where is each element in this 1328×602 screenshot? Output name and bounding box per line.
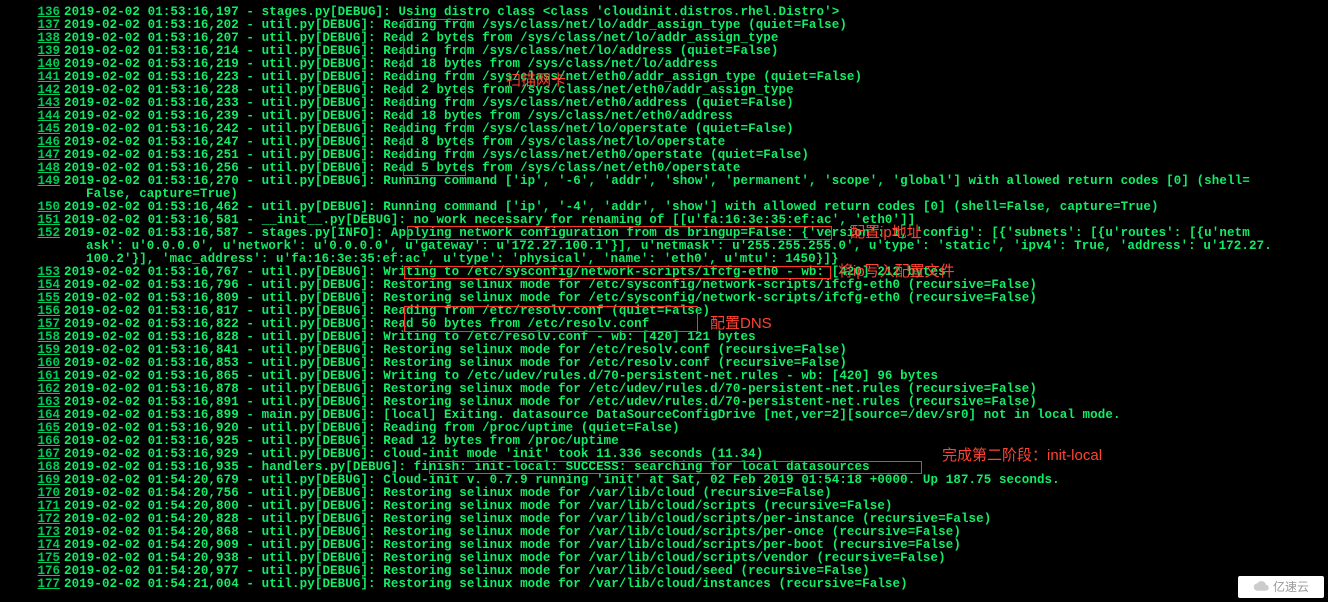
log-text: 2019-02-02 01:53:16,809 - util.py[DEBUG]… (64, 291, 1037, 305)
log-text: 2019-02-02 01:53:16,878 - util.py[DEBUG]… (64, 382, 1037, 396)
log-text: 2019-02-02 01:53:16,256 - util.py[DEBUG]… (64, 161, 741, 175)
log-text: 2019-02-02 01:53:16,817 - util.py[DEBUG]… (64, 304, 710, 318)
log-text: 2019-02-02 01:54:20,679 - util.py[DEBUG]… (64, 473, 1060, 487)
log-text: 2019-02-02 01:53:16,899 - main.py[DEBUG]… (64, 408, 1121, 422)
log-text: 2019-02-02 01:54:21,004 - util.py[DEBUG]… (64, 577, 908, 591)
log-text: 2019-02-02 01:53:16,233 - util.py[DEBUG]… (64, 96, 794, 110)
log-text: 2019-02-02 01:53:16,865 - util.py[DEBUG]… (64, 369, 938, 383)
log-line: 1772019-02-02 01:54:21,004 - util.py[DEB… (0, 578, 1328, 591)
log-text: 2019-02-02 01:53:16,841 - util.py[DEBUG]… (64, 343, 847, 357)
log-text: 2019-02-02 01:54:20,868 - util.py[DEBUG]… (64, 525, 961, 539)
log-text: 2019-02-02 01:53:16,197 - stages.py[DEBU… (64, 5, 839, 19)
log-text: 2019-02-02 01:53:16,462 - util.py[DEBUG]… (64, 200, 1159, 214)
watermark-logo: 亿速云 (1238, 576, 1324, 598)
log-text: 2019-02-02 01:54:20,800 - util.py[DEBUG]… (64, 499, 893, 513)
log-text: 2019-02-02 01:54:20,938 - util.py[DEBUG]… (64, 551, 946, 565)
log-text: 2019-02-02 01:53:16,202 - util.py[DEBUG]… (64, 18, 847, 32)
terminal-log[interactable]: 1362019-02-02 01:53:16,197 - stages.py[D… (0, 0, 1328, 591)
log-text: 2019-02-02 01:53:16,925 - util.py[DEBUG]… (64, 434, 619, 448)
log-text: 2019-02-02 01:53:16,247 - util.py[DEBUG]… (64, 135, 725, 149)
log-text: 2019-02-02 01:54:20,828 - util.py[DEBUG]… (64, 512, 991, 526)
log-text: 2019-02-02 01:53:16,242 - util.py[DEBUG]… (64, 122, 794, 136)
line-number: 177 (0, 578, 64, 591)
log-text: 2019-02-02 01:53:16,228 - util.py[DEBUG]… (64, 83, 794, 97)
log-text: 2019-02-02 01:53:16,581 - __init__.py[DE… (64, 213, 915, 227)
log-text: False, capture=True) (0, 187, 238, 201)
log-text: 2019-02-02 01:53:16,767 - util.py[DEBUG]… (64, 265, 946, 279)
log-text: 2019-02-02 01:54:20,977 - util.py[DEBUG]… (64, 564, 870, 578)
log-text: 2019-02-02 01:53:16,207 - util.py[DEBUG]… (64, 31, 779, 45)
log-text: ask': u'0.0.0.0', u'network': u'0.0.0.0'… (0, 239, 1272, 253)
log-text: 2019-02-02 01:53:16,891 - util.py[DEBUG]… (64, 395, 1037, 409)
log-text: 2019-02-02 01:53:16,920 - util.py[DEBUG]… (64, 421, 680, 435)
log-text: 2019-02-02 01:54:20,909 - util.py[DEBUG]… (64, 538, 961, 552)
log-text: 2019-02-02 01:53:16,270 - util.py[DEBUG]… (64, 174, 1250, 188)
log-text: 2019-02-02 01:53:16,796 - util.py[DEBUG]… (64, 278, 1037, 292)
log-text: 2019-02-02 01:53:16,214 - util.py[DEBUG]… (64, 44, 779, 58)
log-text: 2019-02-02 01:53:16,929 - util.py[DEBUG]… (64, 447, 763, 461)
log-text: 2019-02-02 01:53:16,853 - util.py[DEBUG]… (64, 356, 847, 370)
watermark-text: 亿速云 (1273, 581, 1309, 594)
log-text: 2019-02-02 01:53:16,828 - util.py[DEBUG]… (64, 330, 756, 344)
log-text: 2019-02-02 01:53:16,822 - util.py[DEBUG]… (64, 317, 649, 331)
log-text: 2019-02-02 01:53:16,223 - util.py[DEBUG]… (64, 70, 862, 84)
log-text: 2019-02-02 01:54:20,756 - util.py[DEBUG]… (64, 486, 832, 500)
log-text: 2019-02-02 01:53:16,251 - util.py[DEBUG]… (64, 148, 809, 162)
log-text: 100.2'}], 'mac_address': u'fa:16:3e:35:e… (0, 252, 839, 266)
log-text: 2019-02-02 01:53:16,935 - handlers.py[DE… (64, 460, 870, 474)
log-text: 2019-02-02 01:53:16,239 - util.py[DEBUG]… (64, 109, 733, 123)
log-text: 2019-02-02 01:53:16,587 - stages.py[INFO… (64, 226, 1250, 240)
log-text: 2019-02-02 01:53:16,219 - util.py[DEBUG]… (64, 57, 718, 71)
